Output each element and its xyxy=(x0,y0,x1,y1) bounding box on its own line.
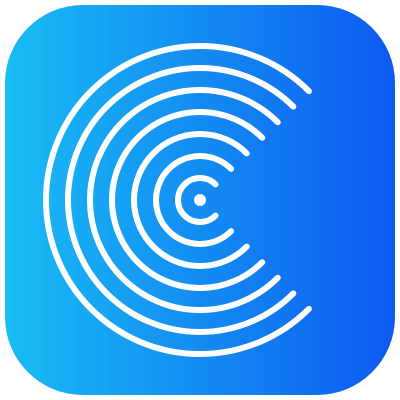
center-dot xyxy=(194,194,206,206)
app-icon[interactable] xyxy=(5,5,395,395)
screenshot-canvas xyxy=(0,0,400,400)
concentric-c-signal-icon xyxy=(5,5,395,395)
